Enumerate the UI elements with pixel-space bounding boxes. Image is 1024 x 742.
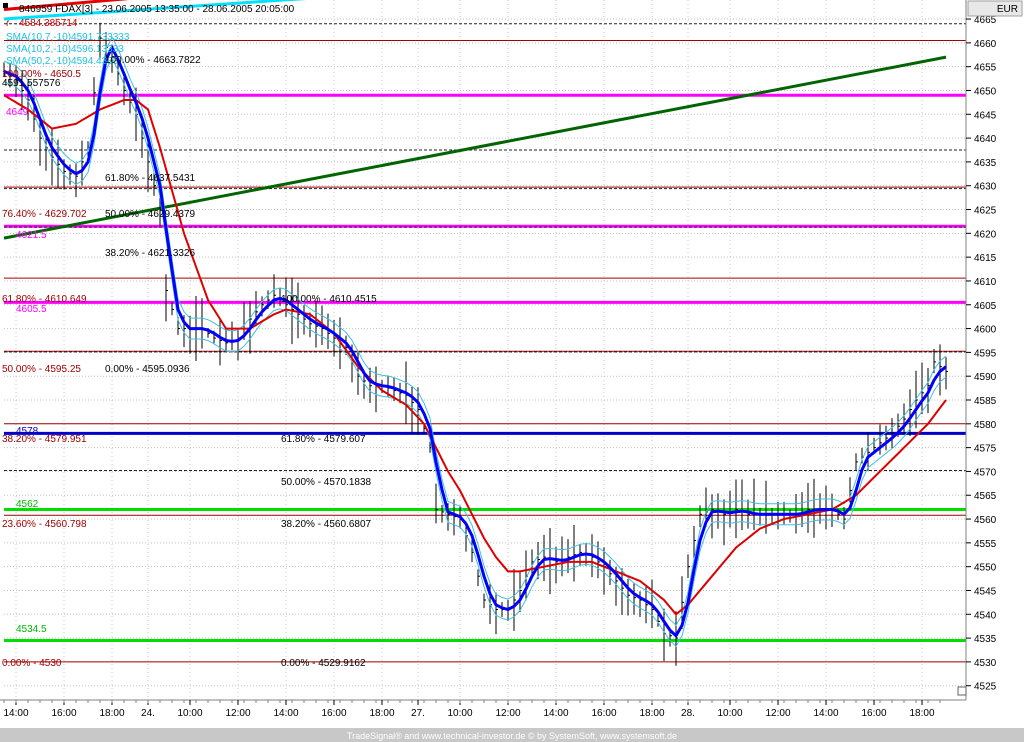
label-fib-50-left: 50.00% - 4595.25 [2,364,81,375]
label-fib-764-left: 76.40% - 4629.702 [2,209,87,220]
label-left-4591: 4591.557576 [2,78,61,89]
legend-sma-2: SMA(10,2,-10)4596.13333 [6,44,124,55]
x-tick-label: 16:00 [591,708,616,719]
label-fib-0-mid: 0.00% - 4529.9162 [281,658,366,669]
label-fib-382-mid: 38.20% - 4560.6807 [281,519,372,530]
x-tick-label: 18:00 [909,708,934,719]
x-tick-label: 16:00 [51,708,76,719]
resize-handle-icon[interactable] [957,686,967,696]
y-tick-label: 4590 [974,372,997,383]
label-fib-100-mid: 100.00% - 4610.4515 [281,294,377,305]
x-tick-label: 12:00 [495,708,520,719]
y-tick-label: 4550 [974,563,997,574]
y-tick-label: 4585 [974,396,997,407]
currency-label: EUR [997,4,1018,15]
label-green-4534: 4534.5 [16,624,47,635]
label-fib-0-left: 0.00% - 4530 [2,658,62,669]
x-tick-label: 12:00 [225,708,250,719]
x-tick-label: 16:00 [861,708,886,719]
y-tick-label: 4645 [974,110,997,121]
y-tick-label: 4545 [974,586,997,597]
label-magenta-4621: 4621.5 [16,230,47,241]
y-tick-label: 4525 [974,682,997,693]
y-tick-label: 4665 [974,15,997,26]
y-tick-label: 4640 [974,134,997,145]
label-fib-618-top: 61.80% - 4637.5431 [105,173,196,184]
y-tick-label: 4620 [974,229,997,240]
x-tick-label: 24. [141,708,155,719]
x-tick-label: 12:00 [765,708,790,719]
y-tick-label: 4595 [974,348,997,359]
y-tick-label: 4535 [974,634,997,645]
legend-sma-3: SMA(50,2,-10)4594.4333 [6,56,119,67]
legend-sma-1: SMA(10,7,-10)4591.733333 [6,32,130,43]
x-tick-label: 27. [411,708,425,719]
y-tick-label: 4600 [974,325,997,336]
y-tick-label: 4660 [974,39,997,50]
label-fib-382-top: 38.20% - 4621.3326 [105,248,196,259]
label-magenta-4605: 4605.5 [16,304,47,315]
label-green-4562: 4562 [16,499,39,510]
label-fib-100-top: 100.00% - 4663.7822 [105,55,201,66]
x-tick-label: 28. [681,708,695,719]
y-tick-label: 4560 [974,515,997,526]
y-tick-label: 4625 [974,206,997,217]
x-tick-label: 14:00 [543,708,568,719]
chart-root: 4525 4530 4535 4540 4545 4550 4555 4560 4565 4570… [0,0,1024,742]
label-fib-382-left: 38.20% - 4579.951 [2,434,87,445]
y-tick-label: 4555 [974,539,997,550]
y-tick-label: 4650 [974,86,997,97]
x-tick-label: 18:00 [369,708,394,719]
footer-text: TradeSignal® and www.technical-investor.… [347,731,677,741]
x-tick-label: 18:00 [99,708,124,719]
y-tick-label: 4635 [974,158,997,169]
y-tick-label: 4570 [974,467,997,478]
y-tick-label: 4630 [974,182,997,193]
chart-title: 846959 FDAX[3] - 23.06.2005 13:35:00 - 2… [19,4,295,15]
x-tick-label: 10:00 [717,708,742,719]
x-tick-label: 14:00 [273,708,298,719]
label-magenta-4649: 4649 [6,107,29,118]
price-readout: 4584.385714 [19,18,78,29]
y-tick-label: 4655 [974,63,997,74]
chart-menu-icon[interactable] [3,3,8,8]
y-tick-label: 4580 [974,420,997,431]
y-tick-label: 4575 [974,444,997,455]
x-tick-label: 18:00 [639,708,664,719]
x-tick-label: 14:00 [3,708,28,719]
label-fib-0-top: 0.00% - 4595.0936 [105,364,190,375]
label-fib-236-left: 23.60% - 4560.798 [2,519,87,530]
x-tick-label: 10:00 [447,708,472,719]
label-fib-50-mid: 50.00% - 4570.1838 [281,477,372,488]
y-tick-label: 4605 [974,301,997,312]
label-fib-50-top: 50.00% - 4629.4379 [105,209,196,220]
y-tick-label: 4530 [974,658,997,669]
x-tick-label: 14:00 [813,708,838,719]
y-tick-label: 4615 [974,253,997,264]
y-tick-label: 4565 [974,491,997,502]
x-tick-label: 10:00 [177,708,202,719]
y-tick-label: 4610 [974,277,997,288]
x-tick-label: 16:00 [321,708,346,719]
y-tick-label: 4540 [974,610,997,621]
label-fib-618-mid: 61.80% - 4579.607 [281,434,366,445]
